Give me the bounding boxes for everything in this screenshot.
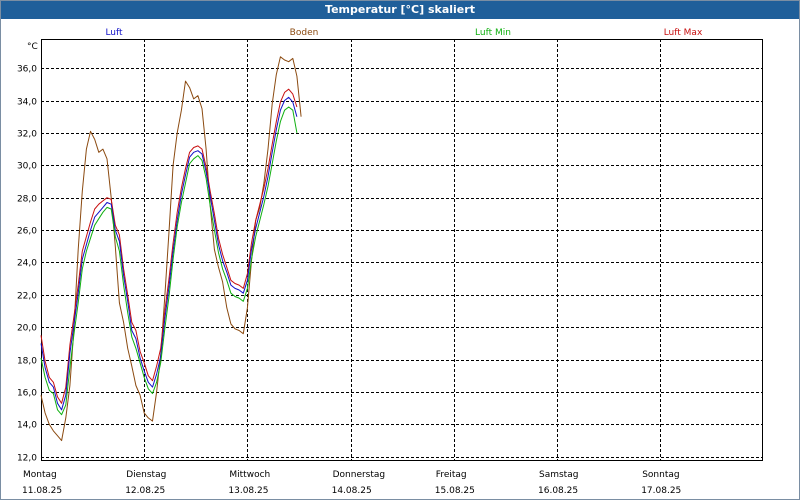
x-tick-weekday: Sonntag bbox=[642, 470, 679, 480]
y-tick-label: 34,0 bbox=[17, 98, 37, 108]
series-line-luft bbox=[40, 96, 298, 411]
y-tick-label: 14,0 bbox=[17, 421, 37, 431]
legend-item-luft: Luft bbox=[105, 28, 123, 38]
x-tick-date: 11.08.25 bbox=[22, 486, 62, 496]
y-tick-label: 16,0 bbox=[17, 389, 37, 399]
x-tick-weekday: Samstag bbox=[539, 470, 578, 480]
x-tick-date: 12.08.25 bbox=[125, 486, 165, 496]
chart-title: Temperatur [°C] skaliert bbox=[1, 1, 799, 19]
temperature-chart: 12,0 14,0 16,0 18,0 20,0 22,0 24,0 26,0 28,0 30,0… bbox=[17, 28, 763, 496]
legend-item-luft-max: Luft Max bbox=[664, 28, 703, 38]
series-line-boden bbox=[40, 56, 302, 442]
legend-item-boden: Boden bbox=[290, 28, 319, 38]
y-tick-label: 18,0 bbox=[17, 357, 37, 367]
y-tick-label: 20,0 bbox=[17, 324, 37, 334]
x-tick-weekday: Mittwoch bbox=[229, 470, 270, 480]
x-tick-date: 15.08.25 bbox=[435, 486, 475, 496]
x-tick-weekday: Dienstag bbox=[126, 470, 166, 480]
app-window: Temperatur [°C] skaliert 12,0 14,0 16,0 18,… bbox=[0, 0, 800, 500]
y-axis-unit: °C bbox=[27, 42, 38, 52]
x-tick-date: 17.08.25 bbox=[641, 486, 681, 496]
series-line-luft-min bbox=[40, 106, 298, 416]
x-tick-weekday: Montag bbox=[23, 470, 57, 480]
legend: Luft Boden Luft Min Luft Max bbox=[105, 28, 703, 38]
y-tick-label: 22,0 bbox=[17, 292, 37, 302]
axes: 12,0 14,0 16,0 18,0 20,0 22,0 24,0 26,0 28,0 30,0… bbox=[17, 39, 763, 496]
y-tick-label: 36,0 bbox=[17, 65, 37, 75]
series-line-luft-max bbox=[40, 88, 298, 404]
y-tick-label: 28,0 bbox=[17, 195, 37, 205]
y-tick-label: 12,0 bbox=[17, 454, 37, 464]
y-tick-label: 30,0 bbox=[17, 162, 37, 172]
x-tick-date: 14.08.25 bbox=[332, 486, 372, 496]
y-tick-label: 26,0 bbox=[17, 227, 37, 237]
y-tick-label: 24,0 bbox=[17, 259, 37, 269]
x-tick-date: 13.08.25 bbox=[228, 486, 268, 496]
x-tick-weekday: Freitag bbox=[436, 470, 467, 480]
series-lines bbox=[40, 56, 302, 442]
x-tick-date: 16.08.25 bbox=[538, 486, 578, 496]
legend-item-luft-min: Luft Min bbox=[475, 28, 511, 38]
y-tick-label: 32,0 bbox=[17, 130, 37, 140]
plot-frame bbox=[41, 39, 763, 461]
x-tick-weekday: Donnerstag bbox=[333, 470, 386, 480]
grid bbox=[41, 39, 762, 460]
